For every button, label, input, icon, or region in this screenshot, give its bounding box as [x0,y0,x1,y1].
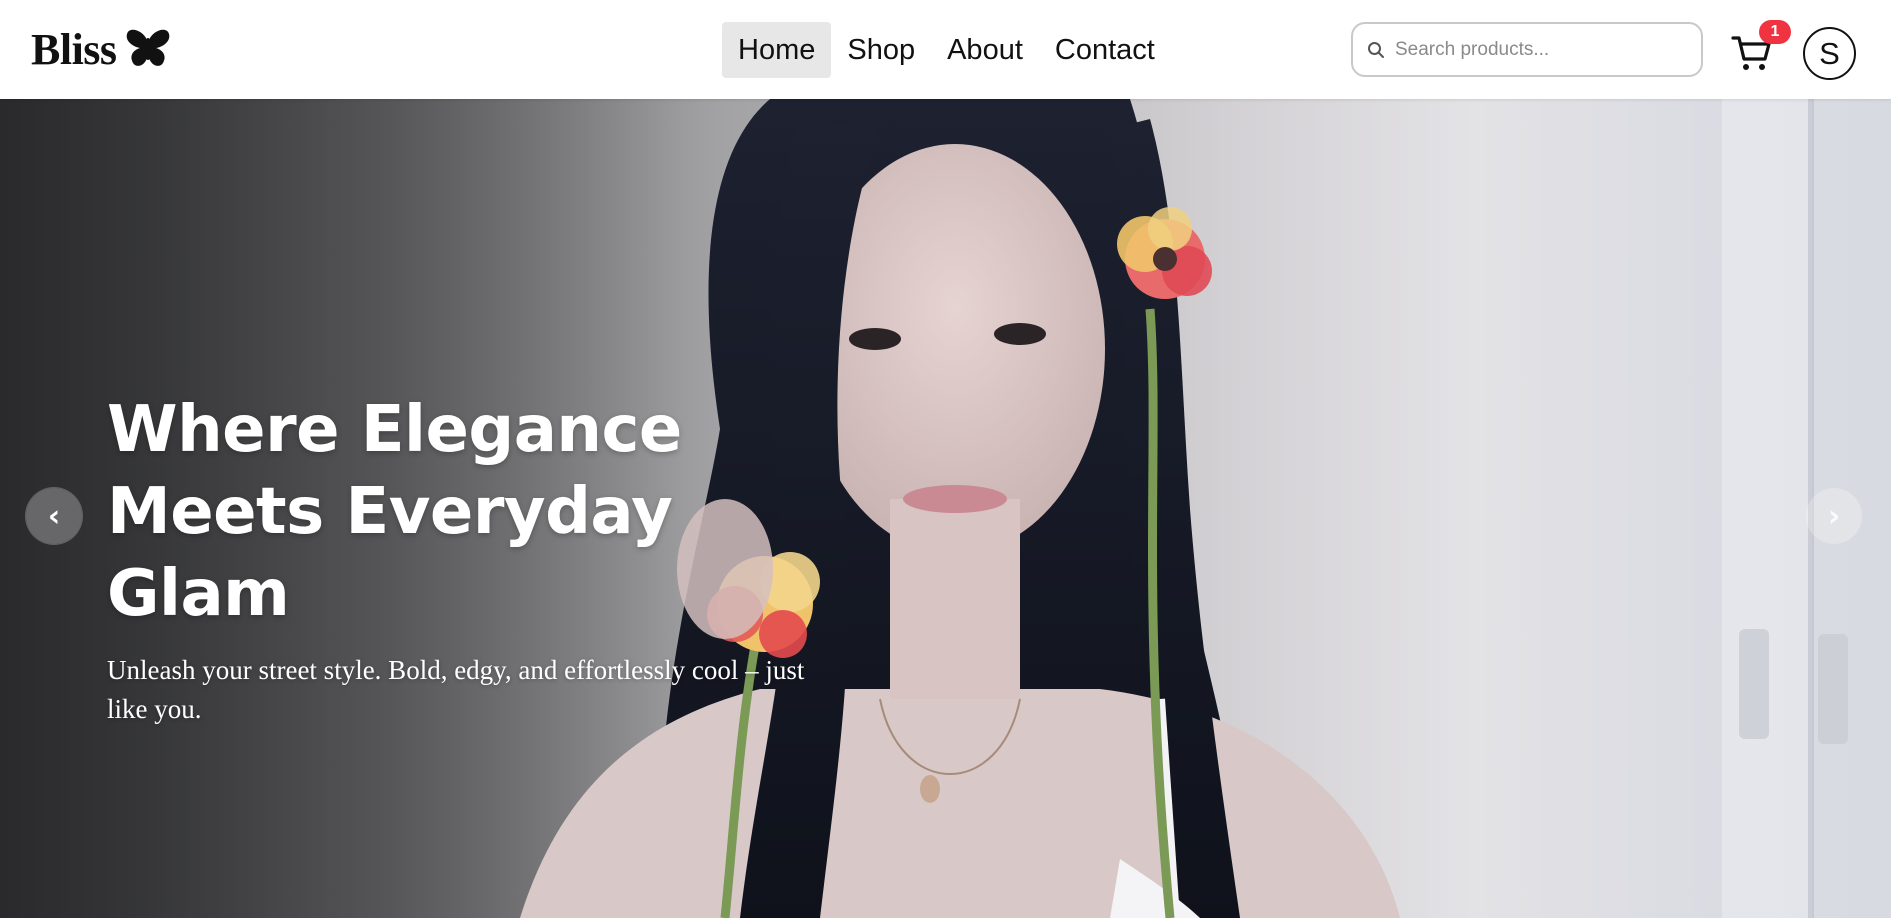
chevron-left-icon: ‹ [47,498,61,534]
nav-home[interactable]: Home [722,22,832,78]
nav-shop[interactable]: Shop [831,22,931,78]
main-nav: Home Shop About Contact [722,22,1171,78]
hero-title-line-2: Meets Everyday Glam [107,475,673,631]
hero-title-line-1: Where Elegance [107,393,682,467]
brand-name: Bliss [31,24,117,74]
site-header: Bliss Home Shop About Contact Search pro… [0,0,1891,99]
carousel-next-button[interactable]: › [1806,488,1862,544]
chevron-right-icon: › [1827,498,1841,534]
search-box[interactable] [1351,22,1703,77]
hero-subtitle: Unleash your street style. Bold, edgy, a… [107,655,805,724]
brand-logo[interactable]: Bliss [31,22,171,76]
nav-contact[interactable]: Contact [1039,22,1171,78]
butterfly-icon [125,28,171,70]
hero-title: Where Elegance Meets Everyday Glam [107,389,867,635]
search-icon [1367,41,1385,59]
user-avatar[interactable]: S [1803,27,1856,80]
cart-count-badge: 1 [1759,20,1791,44]
nav-about[interactable]: About [931,22,1039,78]
hero-copy: Where Elegance Meets Everyday Glam Unlea… [107,389,867,729]
search-input[interactable] [1395,38,1685,61]
carousel-prev-button[interactable]: ‹ [26,488,82,544]
hero-banner: Where Elegance Meets Everyday Glam Unlea… [0,99,1891,918]
